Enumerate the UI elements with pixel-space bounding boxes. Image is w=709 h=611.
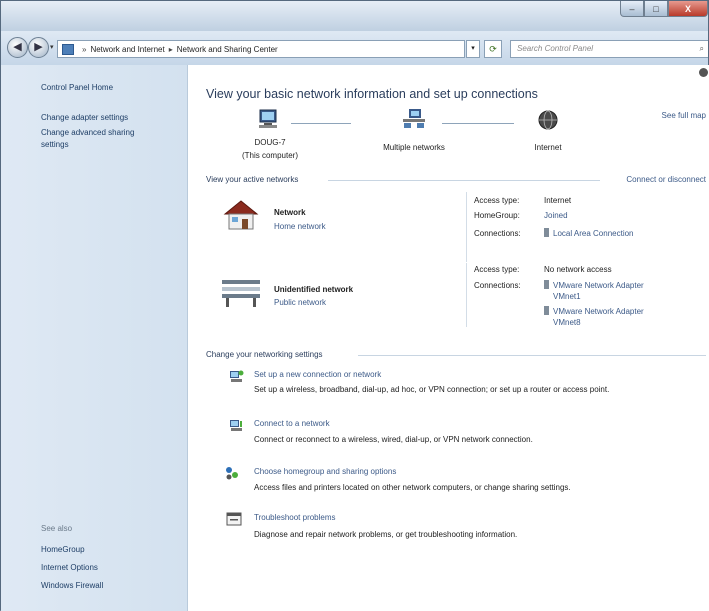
access-type-value: Internet [544,196,572,205]
search-placeholder: Search Control Panel [517,44,594,53]
internet-options-link[interactable]: Internet Options [41,563,98,572]
public-network-icon [222,280,260,307]
active-networks-heading: View your active networks [206,175,299,184]
see-full-map-link[interactable]: See full map [662,111,706,120]
ethernet-icon [544,228,549,237]
globe-icon [538,110,558,130]
network-details-divider [466,192,467,262]
connections-row-2: VMware Network Adapter [544,306,644,316]
connect-disconnect-link[interactable]: Connect or disconnect [626,175,706,184]
network-type-link[interactable]: Home network [274,222,326,231]
access-type-label: Access type: [474,196,520,205]
minimize-button[interactable]: – [620,1,644,17]
homegroup-sharing-link[interactable]: Choose homegroup and sharing options [254,467,396,476]
this-computer-label: (This computer) [241,151,298,160]
new-connection-icon [230,370,244,382]
connect-network-link[interactable]: Connect to a network [254,419,330,428]
access-type-row: Access type: Internet [474,196,571,205]
connections-label: Connections: [474,229,521,238]
access-type-value: No network access [544,265,612,274]
page-title: View your basic network information and … [206,87,538,101]
computer-name: DOUG-7 [230,138,310,147]
homegroup-row: HomeGroup: Joined [474,211,568,220]
access-type-row: Access type: No network access [474,265,612,274]
help-icon[interactable] [699,68,708,77]
homegroup-icon [226,467,238,480]
windows-firewall-link[interactable]: Windows Firewall [41,581,103,590]
troubleshoot-link[interactable]: Troubleshoot problems [254,513,336,522]
search-input[interactable]: Search Control Panel ⌕ [510,40,708,58]
vmnet1-adapter-link[interactable]: VMware Network Adapter [553,281,644,290]
internet-node [528,109,568,133]
access-type-label: Access type: [474,265,520,274]
change-advanced-sharing-link[interactable]: Change advanced sharing [41,128,134,137]
title-bar: – □ X [1,1,708,31]
search-icon[interactable]: ⌕ [700,41,704,57]
connect-network-icon [230,420,242,431]
caption-buttons: – □ X [620,1,708,17]
network-details-divider [466,263,467,327]
local-area-connection-link[interactable]: Local Area Connection [553,229,634,238]
computer-icon [259,109,277,128]
multiple-networks-icon [403,109,425,128]
window: – □ X ◀ ▶ ▾ » Network and Internet ▸ Net… [0,0,709,611]
content-pane: View your basic network information and … [188,65,709,611]
control-panel-home-link[interactable]: Control Panel Home [41,83,113,92]
troubleshoot-icon [226,512,242,526]
this-computer-node [243,109,293,131]
troubleshoot-description: Diagnose and repair network problems, or… [254,530,518,539]
change-advanced-sharing-link-line2[interactable]: settings [41,140,69,149]
network-type-link[interactable]: Public network [274,298,326,307]
address-bar[interactable]: » Network and Internet ▸ Network and Sha… [57,40,465,58]
left-sidebar: Control Panel Home Change adapter settin… [1,65,188,611]
forward-button[interactable]: ▶ [28,37,49,58]
section-divider [328,180,600,181]
homegroup-status-link[interactable]: Joined [544,211,568,220]
homegroup-link[interactable]: HomeGroup [41,545,85,554]
breadcrumb-separator-icon: » [82,44,87,54]
multiple-networks-label: Multiple networks [383,143,445,152]
breadcrumb-network-and-sharing-center[interactable]: Network and Sharing Center [177,45,278,54]
close-button[interactable]: X [668,1,708,17]
vmnet1-adapter-link-line2[interactable]: VMnet1 [553,292,581,301]
setup-connection-link[interactable]: Set up a new connection or network [254,370,381,379]
setup-connection-description: Set up a wireless, broadband, dial-up, a… [254,385,610,394]
map-link-line [291,123,351,124]
network-name: Network [274,208,306,217]
computer-name-text: DOUG-7 [254,138,286,147]
recent-pages-dropdown-icon[interactable]: ▾ [50,43,54,51]
connections-label: Connections: [474,281,521,290]
breadcrumb-separator-icon: ▸ [168,44,173,54]
vmnet8-adapter-link-line2[interactable]: VMnet8 [553,318,581,327]
networks-node [384,109,444,133]
address-dropdown-icon[interactable]: ▾ [466,40,480,58]
refresh-icon[interactable]: ⟳ [484,40,502,58]
homegroup-sharing-description: Access files and printers located on oth… [254,483,571,492]
breadcrumb-network-and-internet[interactable]: Network and Internet [90,45,164,54]
control-panel-icon [62,43,74,55]
back-button[interactable]: ◀ [7,37,28,58]
change-adapter-settings-link[interactable]: Change adapter settings [41,113,128,122]
maximize-button[interactable]: □ [644,1,668,17]
internet-label: Internet [534,143,562,152]
connections-row: Connections: VMware Network Adapter [474,280,644,290]
address-toolbar: ◀ ▶ ▾ » Network and Internet ▸ Network a… [1,31,708,65]
vmnet8-adapter-link[interactable]: VMware Network Adapter [553,307,644,316]
map-link-line [442,123,514,124]
see-also-heading: See also [41,524,73,533]
ethernet-icon [544,306,549,315]
ethernet-icon [544,280,549,289]
connect-network-description: Connect or reconnect to a wireless, wire… [254,435,533,444]
network-name: Unidentified network [274,285,354,294]
home-network-icon [223,200,259,230]
connections-row: Connections: Local Area Connection [474,228,634,238]
section-divider [358,355,706,356]
homegroup-label: HomeGroup: [474,211,520,220]
change-settings-heading: Change your networking settings [206,350,323,359]
